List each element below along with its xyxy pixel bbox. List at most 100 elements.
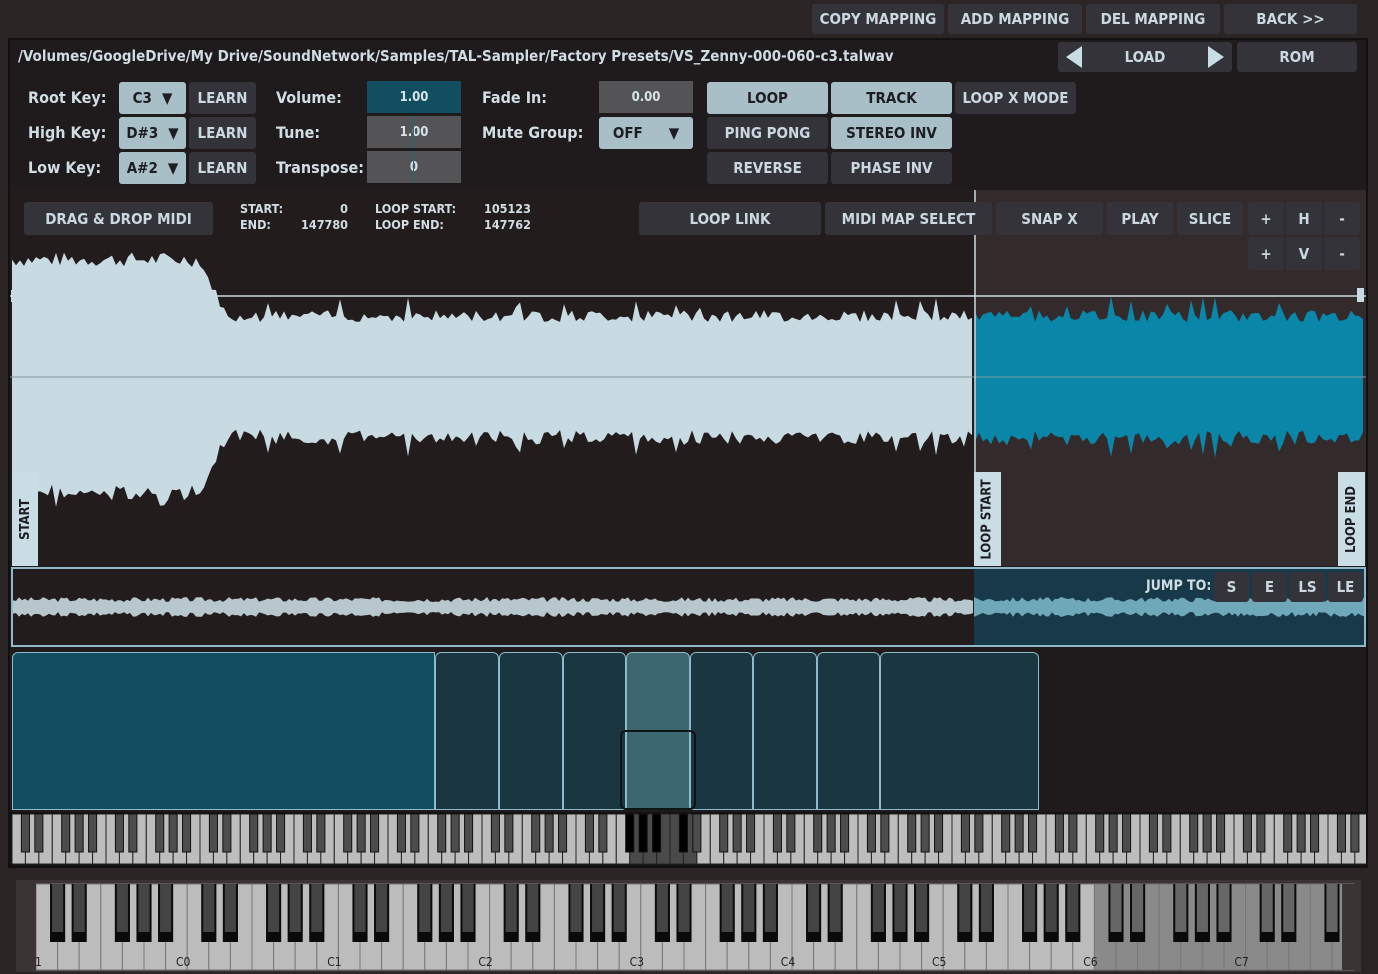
loop-start-marker[interactable]: LOOP START xyxy=(974,472,1001,566)
black-key[interactable] xyxy=(61,813,71,853)
zoom-v-minus-button[interactable]: - xyxy=(1324,237,1360,270)
black-key[interactable] xyxy=(222,813,232,853)
black-key-face[interactable] xyxy=(527,884,539,932)
play-button[interactable]: PLAY xyxy=(1107,202,1173,235)
black-key-face[interactable] xyxy=(872,884,884,932)
black-key[interactable] xyxy=(960,813,970,853)
black-key[interactable] xyxy=(1256,813,1266,853)
start-marker[interactable]: START xyxy=(12,472,38,566)
black-key-face[interactable] xyxy=(808,884,820,932)
black-key[interactable] xyxy=(1202,813,1212,853)
black-key[interactable] xyxy=(746,813,756,853)
black-key-face[interactable] xyxy=(505,884,517,932)
black-key-face[interactable] xyxy=(1024,884,1036,932)
black-key-face[interactable] xyxy=(894,884,906,932)
back-button[interactable]: BACK >> xyxy=(1224,4,1357,34)
black-key[interactable] xyxy=(558,813,568,853)
black-key[interactable] xyxy=(114,813,124,853)
mapping-key-zone[interactable] xyxy=(563,652,626,810)
scroll-right-button[interactable] xyxy=(1342,884,1361,970)
stereo-inv-toggle[interactable]: STEREO INV xyxy=(831,117,952,149)
black-key[interactable] xyxy=(732,813,742,853)
black-key-face[interactable] xyxy=(440,884,452,932)
black-key[interactable] xyxy=(692,813,702,853)
piano-keyboard[interactable]: 1 C0 C1 C2 C3 C4 C5 C6 C7 xyxy=(16,880,1361,972)
loop-link-button[interactable]: LOOP LINK xyxy=(639,202,821,235)
black-key[interactable] xyxy=(249,813,259,853)
loop-toggle[interactable]: LOOP xyxy=(707,82,828,114)
black-key-face[interactable] xyxy=(52,884,64,932)
sample-mapping-zone[interactable] xyxy=(12,652,435,810)
black-key[interactable] xyxy=(1189,813,1199,853)
black-key[interactable] xyxy=(1014,813,1024,853)
black-key[interactable] xyxy=(813,813,823,853)
black-key-face[interactable] xyxy=(138,884,150,932)
black-key[interactable] xyxy=(302,813,312,853)
black-key-face[interactable] xyxy=(592,884,604,932)
mapping-key-zone[interactable] xyxy=(690,652,753,810)
black-key[interactable] xyxy=(1310,813,1320,853)
black-key[interactable] xyxy=(370,813,380,853)
black-key[interactable] xyxy=(1162,813,1172,853)
tune-slider[interactable]: 1.00 xyxy=(367,116,461,148)
high-learn-button[interactable]: LEARN xyxy=(189,117,256,149)
root-learn-button[interactable]: LEARN xyxy=(189,82,256,114)
mapping-key-zone[interactable] xyxy=(817,652,880,810)
black-key-face[interactable] xyxy=(73,884,85,932)
black-key[interactable] xyxy=(1148,813,1158,853)
black-key[interactable] xyxy=(262,813,272,853)
ping-pong-toggle[interactable]: PING PONG xyxy=(707,117,828,149)
black-key[interactable] xyxy=(772,813,782,853)
black-key[interactable] xyxy=(625,813,635,853)
zoom-h-plus-button[interactable]: + xyxy=(1248,202,1284,235)
jump-start-button[interactable]: S xyxy=(1214,572,1249,602)
black-key[interactable] xyxy=(155,813,165,853)
black-key[interactable] xyxy=(182,813,192,853)
black-key[interactable] xyxy=(1350,813,1360,853)
black-key[interactable] xyxy=(437,813,447,853)
black-key[interactable] xyxy=(276,813,286,853)
black-key[interactable] xyxy=(1068,813,1078,853)
load-button[interactable]: LOAD xyxy=(1058,42,1232,72)
black-key[interactable] xyxy=(638,813,648,853)
black-key[interactable] xyxy=(74,813,84,853)
black-key-face[interactable] xyxy=(311,884,323,932)
mapping-key-zone[interactable] xyxy=(435,652,499,810)
black-key-face[interactable] xyxy=(980,884,992,932)
black-key[interactable] xyxy=(907,813,917,853)
black-key-face[interactable] xyxy=(656,884,668,932)
black-key[interactable] xyxy=(1336,813,1346,853)
black-key[interactable] xyxy=(584,813,594,853)
black-key[interactable] xyxy=(410,813,420,853)
black-key[interactable] xyxy=(934,813,944,853)
low-learn-button[interactable]: LEARN xyxy=(189,152,256,184)
black-key[interactable] xyxy=(504,813,514,853)
black-key[interactable] xyxy=(34,813,44,853)
volume-slider[interactable]: 1.00 xyxy=(367,81,461,113)
black-key[interactable] xyxy=(1001,813,1011,853)
black-key-face[interactable] xyxy=(743,884,755,932)
phase-inv-toggle[interactable]: PHASE INV xyxy=(831,152,952,184)
loop-x-mode-toggle[interactable]: LOOP X MODE xyxy=(955,82,1076,114)
del-mapping-button[interactable]: DEL MAPPING xyxy=(1086,4,1220,34)
black-key-face[interactable] xyxy=(1283,884,1295,932)
black-key-face[interactable] xyxy=(613,884,625,932)
black-key[interactable] xyxy=(20,813,30,853)
black-key-face[interactable] xyxy=(1218,884,1230,932)
mute-group-select[interactable]: OFF ▼ xyxy=(599,117,693,149)
black-key-face[interactable] xyxy=(160,884,172,932)
black-key-face[interactable] xyxy=(268,884,280,932)
root-key-select[interactable]: C3 ▼ xyxy=(119,82,186,114)
black-key[interactable] xyxy=(316,813,326,853)
black-key[interactable] xyxy=(464,813,474,853)
low-key-select[interactable]: A#2 ▼ xyxy=(119,152,186,184)
waveform-display[interactable] xyxy=(10,190,1366,566)
black-key[interactable] xyxy=(974,813,984,853)
black-key[interactable] xyxy=(880,813,890,853)
black-key[interactable] xyxy=(678,813,688,853)
black-key[interactable] xyxy=(1283,813,1293,853)
fade-in-slider[interactable]: 0.00 xyxy=(599,81,693,113)
jump-end-button[interactable]: E xyxy=(1252,572,1287,602)
drag-drop-midi-button[interactable]: DRAG & DROP MIDI xyxy=(24,202,213,235)
black-key[interactable] xyxy=(1108,813,1118,853)
